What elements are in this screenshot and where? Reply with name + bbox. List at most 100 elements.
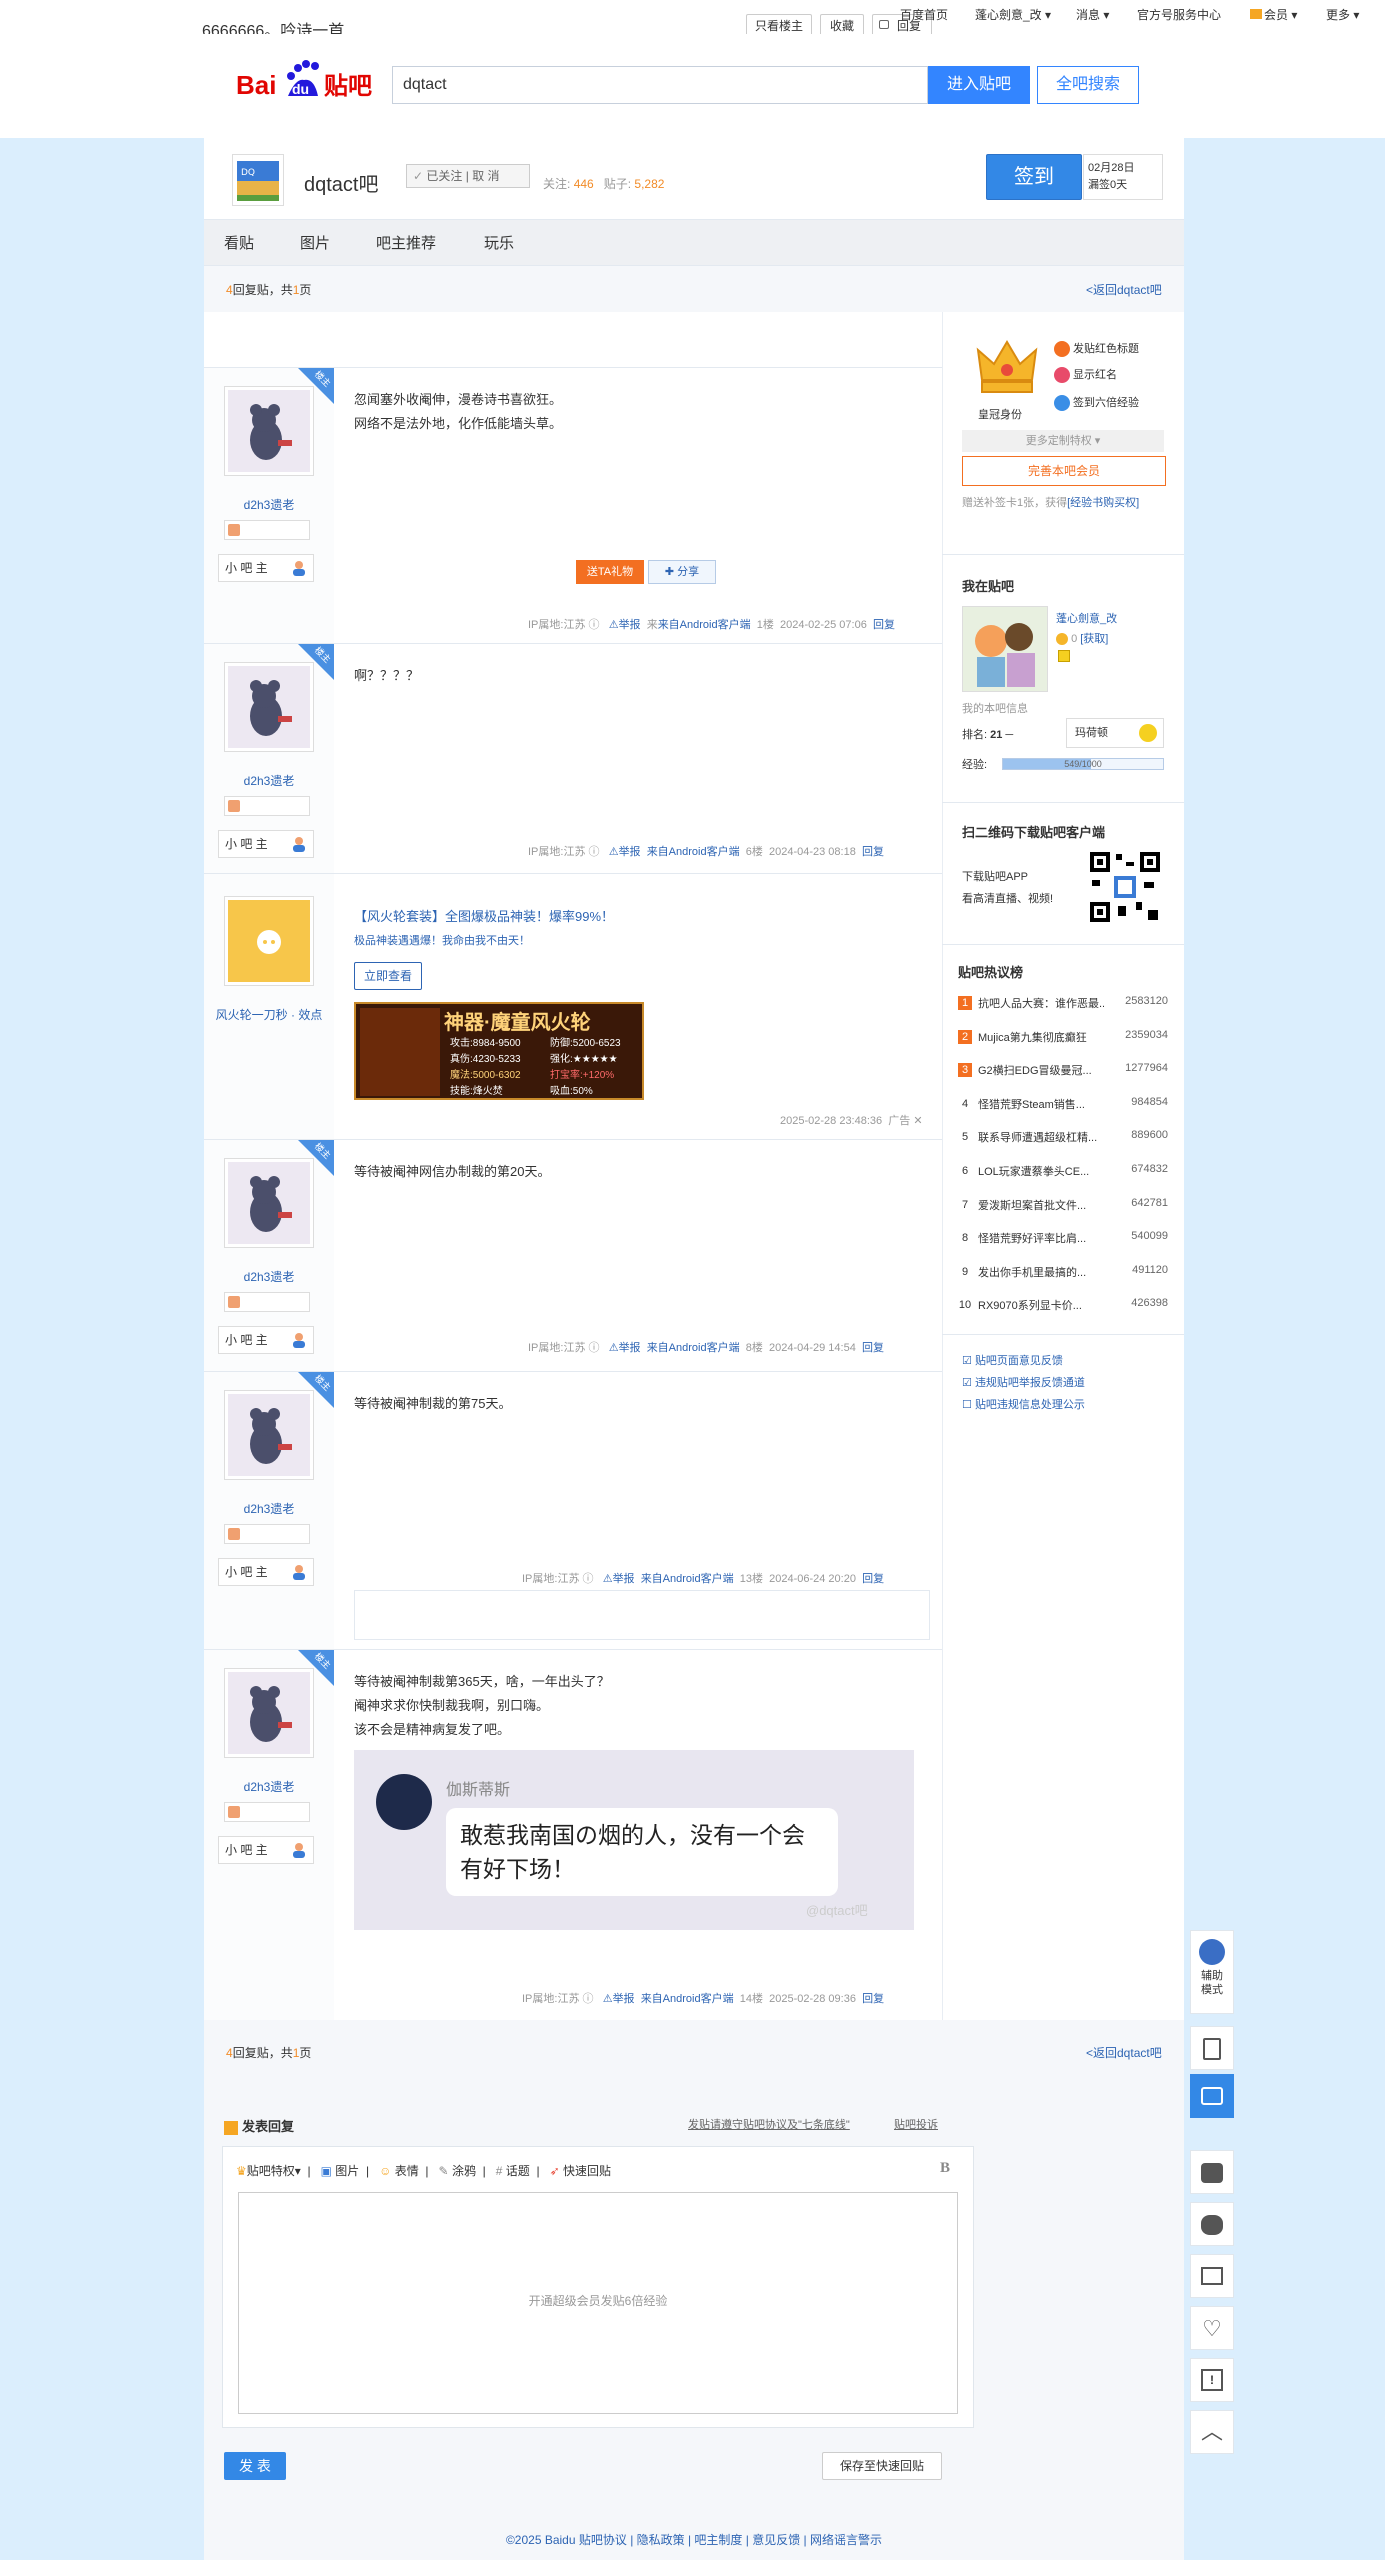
hot-item[interactable]: 1 抗吧人品大赛：谁作恶最... 2583120 <box>958 994 1168 1014</box>
forum-avatar[interactable]: DQ <box>232 154 284 206</box>
author-avatar[interactable] <box>224 386 314 476</box>
hot-item[interactable]: 10 RX9070系列显卡价... 426398 <box>958 1296 1168 1316</box>
tab-recommend[interactable]: 吧主推荐 <box>376 232 436 253</box>
hot-title[interactable]: 抗吧人品大赛：谁作恶最... <box>978 995 1104 1011</box>
assist-mode-button[interactable]: 辅助模式 <box>1190 1930 1234 2014</box>
close-icon[interactable]: ✕ <box>913 1115 922 1127</box>
back-to-forum-top[interactable]: <返回dqtact吧 <box>1086 281 1162 298</box>
report-link[interactable]: ⚠举报 <box>609 1342 641 1354</box>
author-avatar[interactable] <box>224 1158 314 1248</box>
author-avatar[interactable] <box>224 1390 314 1480</box>
send-gift-button[interactable]: 送TA礼物 <box>576 560 644 584</box>
emoji-tool[interactable]: ☺ 表情 <box>379 2164 419 2178</box>
hot-item[interactable]: 2 Mujica第九集彻底癫狂 2359034 <box>958 1028 1168 1048</box>
hot-item[interactable]: 6 LOL玩家遭蔡拳头CE... 674832 <box>958 1162 1168 1182</box>
ad-title[interactable]: 【风火轮套装】全图爆极品神装！爆率99%！ <box>354 906 614 925</box>
forum-name[interactable]: dqtact吧 <box>304 168 378 197</box>
hot-title[interactable]: LOL玩家遭蔡拳头CE... <box>978 1163 1104 1179</box>
baidu-home-link[interactable]: 百度首页 <box>900 6 948 23</box>
report-link[interactable]: ⚠举报 <box>609 619 641 631</box>
reply-link[interactable]: 回复 <box>873 619 895 631</box>
report-link[interactable]: ⚠举报 <box>603 1573 635 1585</box>
official-service-link[interactable]: 官方号服务中心 <box>1137 6 1221 23</box>
save-quick-reply-button[interactable]: 保存至快速回贴 <box>822 2452 942 2480</box>
author-name[interactable]: d2h3遗老 <box>204 772 334 789</box>
hot-title[interactable]: 怪猎荒野Steam销售... <box>978 1096 1104 1112</box>
share-button[interactable]: ✚ 分享 <box>648 560 716 584</box>
hot-item[interactable]: 8 怪猎荒野好评率比肩... 540099 <box>958 1229 1168 1249</box>
back-to-top-button[interactable]: ︿ <box>1190 2410 1234 2454</box>
message-link[interactable]: 消息 ▾ <box>1076 6 1109 23</box>
lzl-reply-box[interactable] <box>354 1590 930 1640</box>
hot-title[interactable]: G2横扫EDG冒级曼冠... <box>978 1062 1104 1078</box>
sidebar-divider <box>942 802 1184 803</box>
upgrade-member-button[interactable]: 完善本吧会员 <box>962 456 1166 486</box>
author-name[interactable]: d2h3遗老 <box>204 1500 334 1517</box>
report-link[interactable]: ⚠举报 <box>603 1993 635 2005</box>
doodle-tool[interactable]: ✎ 涂鸦 <box>439 2164 476 2178</box>
feedback-link[interactable]: ☑ 贴吧页面意见反馈 <box>962 1350 1085 1372</box>
report-link[interactable]: ⚠举报 <box>609 846 641 858</box>
author-name[interactable]: d2h3遗老 <box>204 496 334 513</box>
publish-button[interactable]: 发 表 <box>224 2452 286 2480</box>
privilege-tool[interactable]: ♛贴吧特权▾ <box>236 2164 301 2178</box>
report-float-button[interactable]: ! <box>1190 2358 1234 2402</box>
hot-title[interactable]: 爱泼斯坦案首批文件... <box>978 1197 1104 1213</box>
image-tool[interactable]: ▣ 图片 <box>321 2164 360 2178</box>
hot-item[interactable]: 9 发出你手机里最搞的... 491120 <box>958 1263 1168 1283</box>
report-channel-link[interactable]: ☑ 违规贴吧举报反馈通道 <box>962 1372 1085 1394</box>
more-perks-toggle[interactable]: 更多定制特权 ▾ <box>962 430 1164 452</box>
signin-button[interactable]: 签到 <box>986 154 1082 200</box>
unfollow-link[interactable]: 取 消 <box>472 169 499 183</box>
ad-banner[interactable]: 神器·魔童风火轮 攻击:8984-9500 防御:5200-6523 真伤:42… <box>354 1002 644 1100</box>
reply-link[interactable]: 回复 <box>862 846 884 858</box>
vip-link[interactable]: 会员 ▾ <box>1250 6 1297 23</box>
rules-notice[interactable]: 发贴请遵守贴吧协议及"七条底线" <box>688 2116 850 2132</box>
favorite-button[interactable]: ♡ <box>1190 2306 1234 2350</box>
robot-button[interactable] <box>1190 2150 1234 2194</box>
ad-view-button[interactable]: 立即查看 <box>354 962 422 990</box>
download-button[interactable] <box>1190 2026 1234 2070</box>
user-menu-link[interactable]: 蓬心劍意_改 ▾ <box>975 6 1051 23</box>
tab-images[interactable]: 图片 <box>300 232 330 253</box>
tab-posts[interactable]: 看贴 <box>224 232 254 253</box>
user-avatar[interactable] <box>962 606 1048 692</box>
reply-link[interactable]: 回复 <box>862 1573 884 1585</box>
post-image[interactable]: 伽斯蒂斯 敢惹我南国の烟的人，没有一个会有好下场！ @dqtact吧 <box>354 1750 914 1930</box>
quick-reply-tool[interactable]: ➶ 快速回贴 <box>550 2164 611 2178</box>
share-float-button[interactable] <box>1190 2254 1234 2298</box>
hot-item[interactable]: 3 G2横扫EDG冒级曼冠... 1277964 <box>958 1061 1168 1081</box>
topic-tool[interactable]: # 话题 <box>496 2164 530 2178</box>
reply-link[interactable]: 回复 <box>862 1342 884 1354</box>
hot-title[interactable]: Mujica第九集彻底癫狂 <box>978 1029 1104 1045</box>
tab-fun[interactable]: 玩乐 <box>484 232 514 253</box>
search-all-button[interactable]: 全吧搜索 <box>1037 66 1139 104</box>
hot-item[interactable]: 4 怪猎荒野Steam销售... 984854 <box>958 1095 1168 1115</box>
back-to-forum-bottom[interactable]: <返回dqtact吧 <box>1086 2044 1162 2061</box>
author-avatar[interactable] <box>224 662 314 752</box>
hot-title[interactable]: 怪猎荒野好评率比肩... <box>978 1230 1104 1246</box>
reply-float-button[interactable] <box>1190 2074 1234 2118</box>
more-link[interactable]: 更多 ▾ <box>1326 6 1359 23</box>
footer[interactable]: ©2025 Baidu 贴吧协议 | 隐私政策 | 吧主制度 | 意见反馈 | … <box>204 2520 1184 2560</box>
complaint-link[interactable]: 贴吧投诉 <box>894 2116 938 2132</box>
author-avatar[interactable] <box>224 1668 314 1758</box>
author-name[interactable]: d2h3遗老 <box>204 1778 334 1795</box>
hot-title[interactable]: RX9070系列显卡价... <box>978 1297 1104 1313</box>
hot-title[interactable]: 联系导师遭遇超级杠精... <box>978 1129 1104 1145</box>
my-username[interactable]: 蓬心劍意_改 <box>1056 610 1117 626</box>
baidu-tieba-logo[interactable]: Bai du 贴吧 <box>236 58 376 104</box>
ad-author-name[interactable]: 风火轮一刀秒 · 效点 <box>204 1006 334 1023</box>
violation-notice-link[interactable]: ☐ 贴吧违规信息处理公示 <box>962 1394 1085 1416</box>
search-input[interactable]: dqtact <box>392 66 928 104</box>
ad-avatar[interactable] <box>224 896 314 986</box>
hot-item[interactable]: 7 爱泼斯坦案首批文件... 642781 <box>958 1196 1168 1216</box>
reply-link[interactable]: 回复 <box>862 1993 884 2005</box>
hot-item[interactable]: 5 联系导师遭遇超级杠精... 889600 <box>958 1128 1168 1148</box>
author-name[interactable]: d2h3遗老 <box>204 1268 334 1285</box>
cat-button[interactable] <box>1190 2202 1234 2246</box>
hot-title[interactable]: 发出你手机里最搞的... <box>978 1264 1104 1280</box>
bold-button[interactable]: B <box>940 2160 950 2177</box>
enter-forum-button[interactable]: 进入贴吧 <box>928 66 1030 104</box>
follow-status[interactable]: ✓ 已关注 | 取 消 <box>406 164 530 188</box>
